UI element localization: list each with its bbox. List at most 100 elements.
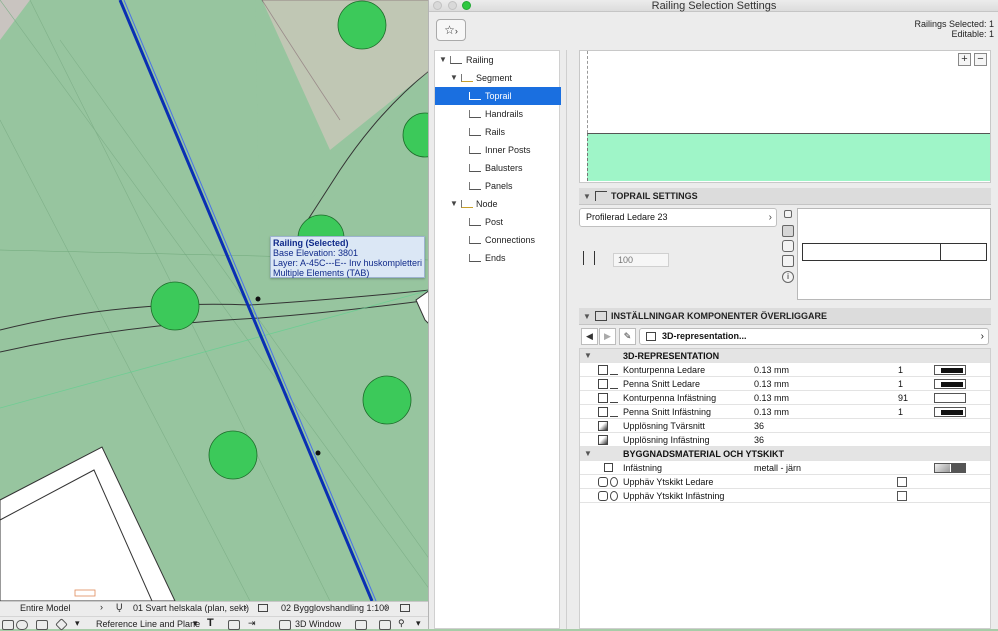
previous-page-button[interactable]: ◀ [581,328,598,345]
table-row[interactable]: Upplösning Infästning 36 [580,433,990,447]
property-value[interactable]: metall - järn [754,461,801,475]
disclosure-triangle-icon[interactable]: ▼ [583,308,591,325]
dimension-icon[interactable]: ⇥ [248,618,256,629]
group-title: BYGGNADSMATERIAL OCH YTSKIKT [623,449,785,459]
tree-item-post[interactable]: Post [435,213,561,231]
zoom-out-button[interactable]: − [974,53,987,66]
pen-swatch[interactable] [934,407,966,417]
tree-item-label: Handrails [485,109,524,119]
window-title: Railing Selection Settings [651,0,777,12]
pen-number[interactable]: 1 [898,377,903,391]
pen-number[interactable]: 1 [898,405,903,419]
section-view-icon[interactable] [782,225,794,237]
edit-icon[interactable]: ✎ [619,328,636,345]
override-checkbox[interactable] [897,477,907,487]
title-bar[interactable]: Railing Selection Settings [429,0,998,12]
pen-number[interactable]: 91 [898,391,908,405]
property-value[interactable]: 0.13 mm [754,363,789,377]
table-row[interactable]: Konturpenna Infästning 0.13 mm 91 [580,391,990,405]
copy-icon[interactable] [400,604,410,612]
disclosure-triangle-icon[interactable]: ▼ [439,51,447,69]
tree-item-handrails[interactable]: Handrails [435,105,561,123]
tree-item-ends[interactable]: Ends [435,249,561,267]
favorites-button[interactable]: ☆› [436,19,466,41]
disclosure-triangle-icon[interactable]: ▼ [583,188,591,205]
property-value[interactable]: 36 [754,433,764,447]
property-value[interactable]: 0.13 mm [754,377,789,391]
tree-item-balusters[interactable]: Balusters [435,159,561,177]
section-title: INSTÄLLNINGAR KOMPONENTER ÖVERLIGGARE [611,311,828,321]
tree-item-railing[interactable]: ▼ Railing [435,51,561,69]
railing-preview[interactable]: + − [579,50,991,183]
table-row[interactable]: Upphäv Ytskikt Infästning [580,489,990,503]
components-settings-header[interactable]: ▼ INSTÄLLNINGAR KOMPONENTER ÖVERLIGGARE [579,308,991,325]
segment-icon [461,74,473,82]
group-building-material[interactable]: ▼ BYGGNADSMATERIAL OCH YTSKIKT [580,447,990,461]
group-3d-representation[interactable]: ▼ 3D-REPRESENTATION [580,349,990,363]
gizmo-icon[interactable]: ⚲ [398,618,405,629]
representation-selector[interactable]: 3D-representation... › [639,328,989,345]
zoom-in-button[interactable]: + [958,53,971,66]
table-row[interactable]: Upphäv Ytskikt Ledare [580,475,990,489]
profile-bar-end [940,243,987,261]
disclosure-triangle-icon[interactable]: ▼ [584,447,592,461]
info-icon[interactable]: i [782,271,794,283]
property-name: Penna Snitt Infästning [623,407,712,417]
layout-icon [258,604,268,612]
tree-item-node[interactable]: ▼ Node [435,195,561,213]
group-title: 3D-REPRESENTATION [623,351,720,361]
tree-item-toprail[interactable]: Toprail [435,87,561,105]
ends-icon [469,254,481,262]
height-field[interactable] [613,253,669,267]
connections-icon [469,236,481,244]
property-value[interactable]: 36 [754,419,764,433]
tree-item-panels[interactable]: Panels [435,177,561,195]
property-value[interactable]: 0.13 mm [754,391,789,405]
property-name: Upplösning Infästning [623,435,710,445]
pane-splitter[interactable] [566,50,567,629]
disclosure-triangle-icon[interactable]: ▼ [450,69,458,87]
pen-set-selector[interactable]: 01 Svart helskala (plan, sekt) [133,603,249,613]
disclosure-triangle-icon[interactable]: ▼ [450,195,458,213]
profile-selector[interactable]: Profilerad Ledare 23 › [579,208,777,227]
model-view-selector[interactable]: Entire Model [20,603,71,613]
toprail-settings-header[interactable]: ▼ TOPRAIL SETTINGS [579,188,991,205]
chevron-right-icon: › [385,602,388,612]
cube-3d-icon[interactable] [782,240,794,252]
pen-number[interactable]: 1 [898,363,903,377]
tree-item-connections[interactable]: Connections [435,231,561,249]
disclosure-triangle-icon[interactable]: ▼ [584,349,592,363]
tree-item-rails[interactable]: Rails [435,123,561,141]
pen-swatch[interactable] [934,365,966,375]
plan-canvas[interactable]: Railing (Selected) Base Elevation: 3801 … [0,0,430,601]
reference-selector[interactable]: Reference Line and Plane [96,619,200,629]
height-icon [583,251,595,265]
component-nav-row: ◀ ▶ ✎ 3D-representation... › [579,327,991,346]
pen-icon: Ų [116,602,123,612]
plan-view-icon[interactable] [784,210,792,218]
table-row[interactable]: Infästning metall - järn [580,461,990,475]
tree-item-label: Toprail [485,91,512,101]
property-name: Upplösning Tvärsnitt [623,421,705,431]
chevron-right-icon: › [768,212,772,223]
table-row[interactable]: Upplösning Tvärsnitt 36 [580,419,990,433]
window-3d-button[interactable]: 3D Window [295,619,341,629]
tree-item-inner-posts[interactable]: Inner Posts [435,141,561,159]
table-row[interactable]: Penna Snitt Infästning 0.13 mm 1 [580,405,990,419]
next-page-button[interactable]: ▶ [599,328,616,345]
override-checkbox[interactable] [897,491,907,501]
text-tool-icon[interactable]: T [207,617,214,629]
pen-swatch[interactable] [934,393,966,403]
material-swatch[interactable] [934,463,966,473]
pen-swatch[interactable] [934,379,966,389]
property-value[interactable]: 0.13 mm [754,405,789,419]
plan-drawing [0,0,430,601]
elevation-view-icon[interactable] [782,255,794,267]
preview-segment[interactable] [587,133,990,181]
tree-item-segment[interactable]: ▼ Segment [435,69,561,87]
layout-selector[interactable]: 02 Bygglovshandling 1:100 [281,603,389,613]
table-row[interactable]: Konturpenna Ledare 0.13 mm 1 [580,363,990,377]
dropdown-arrow-icon: ▾ [193,618,198,628]
table-row[interactable]: Penna Snitt Ledare 0.13 mm 1 [580,377,990,391]
profile-name: Profilerad Ledare 23 [586,212,668,222]
